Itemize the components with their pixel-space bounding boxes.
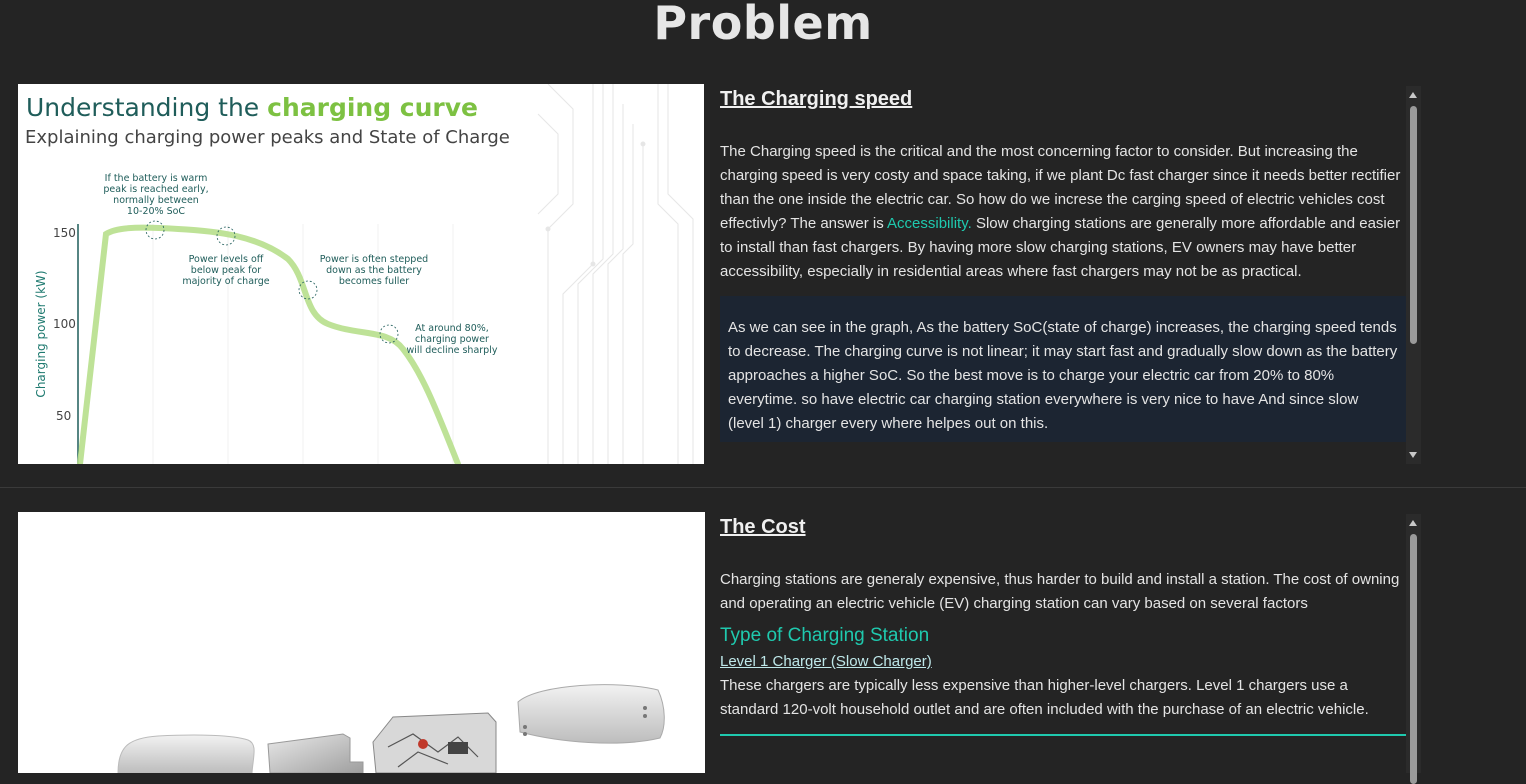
teal-divider [720, 734, 1406, 736]
annotation-line: majority of charge [182, 276, 269, 287]
annotation-line: charging power [415, 334, 489, 345]
section-divider [0, 487, 1526, 488]
charging-station-type-heading: Type of Charging Station [720, 625, 930, 646]
annotation-line: Power levels off [189, 254, 264, 265]
scroll-up-arrow-icon[interactable] [1409, 92, 1417, 98]
charging-speed-panel[interactable]: The Charging speed The Charging speed is… [720, 84, 1406, 464]
annotation-line: normally between [113, 195, 199, 206]
annotation-line: Power is often stepped [320, 254, 428, 265]
top-cover [517, 684, 665, 744]
charging-curve-figure: Understanding the charging curve Explain… [18, 84, 704, 464]
chart-subtitle: Explaining charging power peaks and Stat… [25, 127, 510, 148]
annotation-decline: At around 80%, charging power will decline… [407, 323, 498, 356]
cost-panel[interactable]: The Cost Charging stations are generaly … [720, 512, 1406, 773]
charger-hardware-image [18, 512, 705, 773]
scroll-thumb[interactable] [1410, 534, 1417, 784]
y-tick-100: 100 [53, 317, 76, 331]
annotation-line: will decline sharply [407, 345, 498, 356]
annotation-line: If the battery is warm [105, 173, 208, 184]
cost-heading: The Cost [720, 516, 806, 538]
charger-exploded-figure [18, 512, 705, 773]
annotation-line: below peak for [191, 265, 261, 276]
cost-scrollbar[interactable] [1406, 514, 1421, 784]
annotation-line: At around 80%, [415, 323, 489, 334]
charging-speed-heading: The Charging speed [720, 88, 913, 110]
page-title: Problem [653, 0, 873, 50]
charger-internals [372, 712, 497, 773]
y-tick-150: 150 [53, 226, 76, 240]
scroll-up-arrow-icon[interactable] [1409, 520, 1417, 526]
chart-title-highlight: charging curve [267, 93, 478, 122]
y-axis-label: Charging power (kW) [34, 270, 48, 397]
graph-note-text: As we can see in the graph, As the batte… [728, 319, 1398, 432]
front-cover [117, 734, 255, 773]
chart-title-prefix: Understanding the [26, 93, 267, 122]
scroll-thumb[interactable] [1410, 106, 1417, 344]
charging-speed-paragraph: The Charging speed is the critical and t… [720, 140, 1406, 284]
svg-text:Understanding the charging cur: Understanding the charging curve [26, 93, 478, 122]
charging-curve-image: Understanding the charging curve Explain… [18, 84, 704, 464]
y-tick-50: 50 [56, 409, 71, 423]
charging-speed-scrollbar[interactable] [1406, 86, 1421, 464]
annotation-line: peak is reached early, [103, 184, 208, 195]
annotation-level-off: Power levels off below peak for majority o… [182, 254, 269, 287]
level1-charger-text: These chargers are typically less expens… [720, 677, 1369, 718]
accessibility-link[interactable]: Accessibility. [887, 215, 972, 232]
annotation-line: down as the battery [326, 265, 422, 276]
annotation-line: becomes fuller [339, 276, 409, 287]
scroll-down-arrow-icon[interactable] [1409, 452, 1417, 458]
level1-charger-link[interactable]: Level 1 Charger (Slow Charger) [720, 650, 1406, 674]
graph-note-box: As we can see in the graph, As the batte… [720, 296, 1406, 442]
annotation-line: 10-20% SoC [127, 206, 185, 217]
cost-paragraph: Charging stations are generaly expensive… [720, 571, 1400, 612]
